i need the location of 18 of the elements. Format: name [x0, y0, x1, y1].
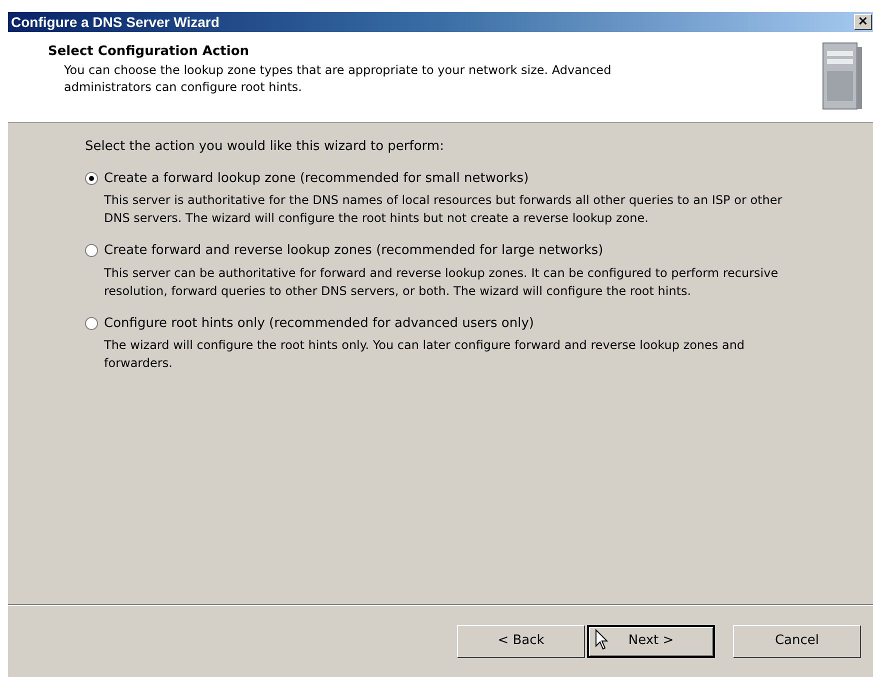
window-title: Configure a DNS Server Wizard	[10, 12, 220, 32]
cursor-icon	[595, 629, 609, 651]
radio-button[interactable]	[85, 316, 98, 330]
option-description: This server can be authoritative for forward and reverse lookup zones. It can be configured to perform recursive resolution, forward queries to other DNS servers, or both. The wizard will configure the root hints.	[103, 264, 780, 300]
radio-button[interactable]	[85, 244, 98, 258]
option-description: This server is authoritative for the DNS names of local resources but forwards all other queries to an ISP or other DNS servers. The wizard will configure the root hints but not create a reverse lookup zone.	[103, 192, 784, 227]
wizard-button[interactable]: Cancel	[733, 624, 861, 658]
wizard-button[interactable]: < Back	[457, 624, 585, 658]
option-label[interactable]: Configure root hints only (recommended for advanced users only)	[104, 314, 534, 333]
radio-button[interactable]	[85, 172, 98, 185]
wizard-button[interactable]: Next >	[587, 624, 715, 658]
option-description: The wizard will configure the root hints only. You can later configure forward and reverse lookup zones and forwarders.	[103, 337, 746, 372]
header-description: You can choose the lookup zone types that are appropriate to your network size. Advanced administrators can configure root hints.	[63, 62, 612, 96]
close-button[interactable]: ×	[854, 14, 872, 30]
prompt-text: Select the action you would like this wizard to perform:	[85, 138, 445, 156]
option-label[interactable]: Create a forward lookup zone (recommended for small networks)	[104, 168, 529, 188]
option-label[interactable]: Create forward and reverse lookup zones (recommended for large networks)	[104, 241, 604, 260]
header-title: Select Configuration Action	[48, 43, 250, 61]
